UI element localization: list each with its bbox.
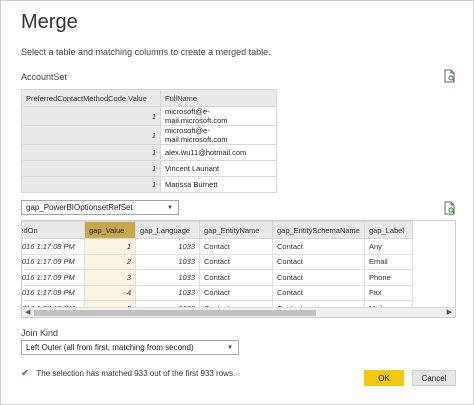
first-table-header-preferredcontact[interactable]: PreferredContactMethodCode.Value <box>21 89 161 107</box>
table-cell: 7/31/2016 1:17:09 PM <box>22 269 85 286</box>
table-cell: Contact <box>199 269 273 286</box>
table-cell: 7/31/2016 1:17:09 PM <box>22 253 85 270</box>
table-cell: 1033 <box>135 269 200 286</box>
column-header-gap-entityname[interactable]: gap_EntityName <box>199 221 273 239</box>
table-cell: 3 <box>84 269 136 286</box>
table-cell: Contact <box>199 238 273 255</box>
table-row: 1 microsoft@e-mail.microsoft.com <box>21 106 277 126</box>
merge-dialog: Merge Select a table and matching column… <box>0 0 474 405</box>
column-header-createdon[interactable]: CreatedOn <box>22 221 85 239</box>
table-cell: Any <box>363 238 413 255</box>
scroll-right-icon[interactable]: ▶ <box>447 308 452 317</box>
column-header-gap-entityschemaname[interactable]: gap_EntitySchemaName <box>272 221 365 239</box>
table-row: 1 Marissa Burnett <box>21 176 277 193</box>
dialog-title: Merge <box>21 11 78 33</box>
table-row: 1 microsoft@e-mail.microsoft.com <box>21 125 277 145</box>
table-row: 1 Vincent Lauriant <box>21 160 277 177</box>
file-preview-icon[interactable] <box>442 69 456 83</box>
join-kind-label: Join Kind <box>21 328 59 338</box>
cancel-button[interactable]: Cancel <box>412 370 456 386</box>
table-cell: Email <box>363 253 413 270</box>
table-row: 7/31/2016 1:17:09 PM31033ContactContactP… <box>22 269 413 286</box>
table-cell: 1033 <box>135 238 200 255</box>
column-header-gap-value[interactable]: gap_Value <box>84 221 136 239</box>
table-cell: Phone <box>363 269 413 286</box>
table-cell: 1 <box>21 144 161 161</box>
table-cell: Contact <box>199 284 273 301</box>
table-cell: microsoft@e-mail.microsoft.com <box>160 125 277 145</box>
join-kind-value: Left Outer (all from first, matching fro… <box>26 343 194 352</box>
column-header-gap-label[interactable]: gap_Label <box>363 221 413 239</box>
table-cell: 1 <box>84 238 136 255</box>
table-cell: Vincent Lauriant <box>160 160 277 177</box>
table-cell: 1 <box>21 160 161 177</box>
table-cell: 7/31/2016 1:17:09 PM <box>22 284 85 301</box>
table-cell: 7/31/2016 1:17:08 PM <box>22 238 85 255</box>
second-table-select-value: gap_PowerBIOptionsetRefSet <box>26 203 133 212</box>
check-icon: ✔ <box>21 368 30 379</box>
horizontal-scrollbar[interactable]: ◀ ▶ <box>22 307 455 317</box>
file-preview-icon[interactable] <box>442 201 456 215</box>
table-cell: 1 <box>21 125 161 145</box>
table-cell: 1 <box>21 176 161 193</box>
table-cell: 1033 <box>135 284 200 301</box>
table-cell: 2 <box>84 253 136 270</box>
table-row: 7/31/2016 1:17:09 PM21033ContactContactE… <box>22 253 413 270</box>
join-kind-select[interactable]: Left Outer (all from first, matching fro… <box>21 340 239 355</box>
table-cell: alex.wu11@hotmail.com <box>160 144 277 161</box>
table-cell: Marissa Burnett <box>160 176 277 193</box>
table-cell: microsoft@e-mail.microsoft.com <box>160 106 277 126</box>
table-cell: 4 <box>84 284 136 301</box>
table-cell: Contact <box>199 253 273 270</box>
chevron-down-icon: ▼ <box>227 344 233 351</box>
table-cell: Contact <box>272 284 365 301</box>
table-row: 7/31/2016 1:17:09 PM41033ContactContactF… <box>22 284 413 301</box>
first-table-name: AccountSet <box>21 72 68 82</box>
match-status-text: The selection has matched 933 out of the… <box>36 369 236 378</box>
match-status: ✔ The selection has matched 933 out of t… <box>21 368 235 379</box>
table-cell: Fax <box>363 284 413 301</box>
scrollbar-thumb[interactable] <box>34 310 316 316</box>
chevron-down-icon: ▼ <box>167 204 173 211</box>
table-row: 1 alex.wu11@hotmail.com <box>21 144 277 161</box>
table-cell: 1033 <box>135 253 200 270</box>
table-cell: Contact <box>272 269 365 286</box>
second-table-select[interactable]: gap_PowerBIOptionsetRefSet ▼ <box>21 200 179 215</box>
column-header-gap-language[interactable]: gap_Language <box>135 221 200 239</box>
table-cell: Contact <box>272 253 365 270</box>
first-table-header-fullname[interactable]: FullName <box>160 89 277 107</box>
second-table-preview: CreatedOngap_Valuegap_Languagegap_Entity… <box>21 220 456 318</box>
table-row: 7/31/2016 1:17:08 PM11033ContactContactA… <box>22 238 413 255</box>
dialog-subtitle: Select a table and matching columns to c… <box>21 47 271 57</box>
table-cell: 1 <box>21 106 161 126</box>
scroll-left-icon[interactable]: ◀ <box>25 308 30 317</box>
table-cell: Contact <box>272 238 365 255</box>
ok-button[interactable]: OK <box>364 370 404 386</box>
first-table-preview: PreferredContactMethodCode.Value FullNam… <box>21 89 277 193</box>
